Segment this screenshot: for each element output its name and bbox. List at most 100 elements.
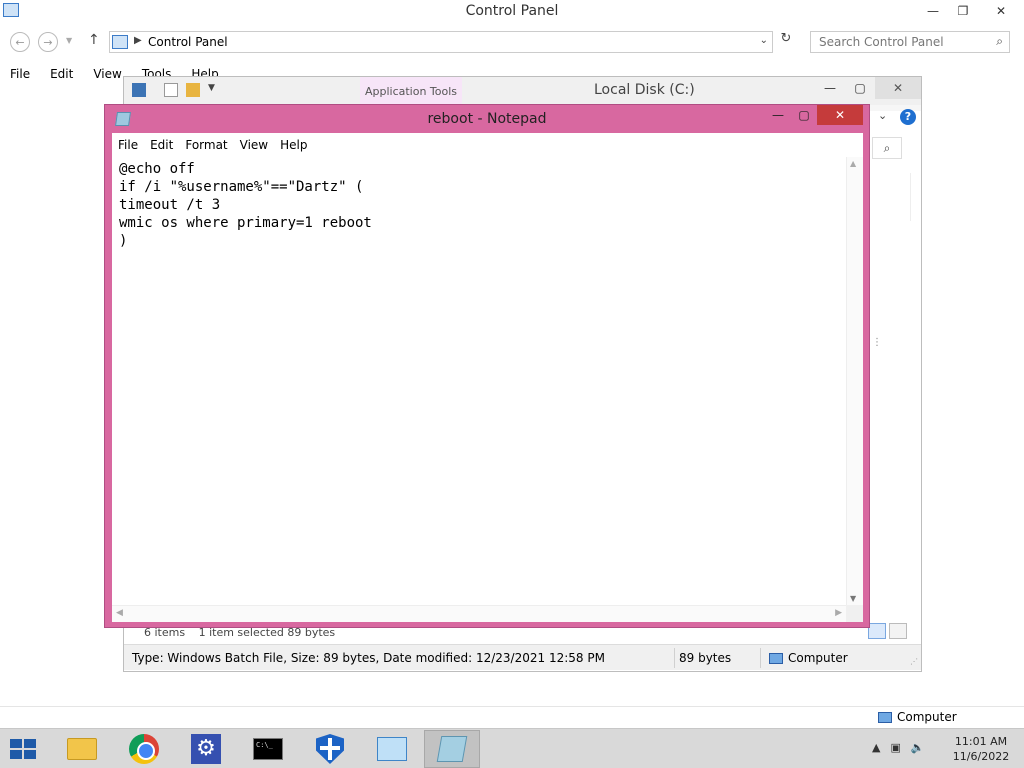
search-icon[interactable]: ⌕ <box>996 34 1003 49</box>
scroll-up-icon[interactable]: ▲ <box>850 159 856 168</box>
vertical-scrollbar[interactable]: ▲ ▼ <box>846 157 863 605</box>
control-panel-icon <box>112 35 128 49</box>
explorer-title: Local Disk (C:) <box>594 82 695 98</box>
status-divider <box>674 648 675 668</box>
taskbar-command-prompt[interactable]: C:\_ <box>240 730 296 768</box>
notepad-icon <box>436 736 468 762</box>
windows-logo-icon <box>24 750 36 759</box>
control-panel-window-buttons: — ❐ ✕ <box>918 0 1024 22</box>
clock-date: 11/6/2022 <box>952 750 1010 763</box>
command-prompt-icon: C:\_ <box>253 738 283 760</box>
tab-application-tools[interactable]: Application Tools <box>360 77 462 105</box>
status-location: Computer <box>788 651 848 665</box>
horizontal-scrollbar[interactable]: ◀ ▶ <box>112 605 846 622</box>
shield-icon <box>316 734 344 764</box>
taskbar-security[interactable] <box>302 730 358 768</box>
explorer-statusbar: Type: Windows Batch File, Size: 89 bytes… <box>124 644 921 670</box>
explorer-window-buttons: — ▢ ✕ <box>815 77 921 99</box>
notepad-titlebar[interactable]: reboot - Notepad — ▢ ✕ <box>105 105 869 133</box>
minimize-button[interactable]: — <box>918 0 948 22</box>
up-arrow-icon[interactable]: ↑ <box>88 32 100 48</box>
control-panel-statusbar: Computer <box>0 706 1024 728</box>
menu-file[interactable]: File <box>112 133 144 157</box>
search-icon[interactable]: ⌕ <box>872 137 902 159</box>
control-panel-titlebar: Control Panel — ❐ ✕ <box>0 0 1024 24</box>
maximize-button[interactable]: ❐ <box>948 0 978 22</box>
scroll-right-icon[interactable]: ▶ <box>835 608 842 618</box>
maximize-button[interactable]: ▢ <box>791 105 817 125</box>
explorer-titlebar: ▼ Application Tools Local Disk (C:) — ▢ … <box>124 77 921 105</box>
chevron-down-icon[interactable]: ⌄ <box>760 35 768 46</box>
taskbar-chrome[interactable] <box>116 730 172 768</box>
menu-file[interactable]: File <box>0 64 40 84</box>
breadcrumb-separator-icon[interactable]: ▶ <box>134 35 142 46</box>
minimize-button[interactable]: — <box>765 105 791 125</box>
menu-format[interactable]: Format <box>179 133 233 157</box>
file-size: 89 bytes <box>679 651 732 665</box>
refresh-icon[interactable]: ↻ <box>776 31 796 53</box>
recent-locations-chevron-icon[interactable]: ▼ <box>66 36 72 45</box>
back-arrow-icon[interactable]: ← <box>10 32 30 52</box>
pane-splitter[interactable]: ⋮ <box>872 337 882 348</box>
properties-icon[interactable] <box>132 83 146 97</box>
notepad-window: reboot - Notepad — ▢ ✕ File Edit Format … <box>104 104 870 628</box>
chevron-down-icon[interactable]: ▼ <box>208 83 215 93</box>
status-location: Computer <box>897 710 957 724</box>
editor-content[interactable]: @echo off if /i "%username%"=="Dartz" ( … <box>119 160 372 250</box>
preview-pane <box>881 173 911 221</box>
large-icons-view-icon[interactable] <box>889 623 907 639</box>
clock-time: 11:01 AM <box>954 735 1008 748</box>
scroll-down-icon[interactable]: ▼ <box>850 594 856 603</box>
scroll-left-icon[interactable]: ◀ <box>116 608 123 618</box>
windows-logo-icon <box>24 739 36 748</box>
address-bar-row: ← → ▼ ↑ ▶ Control Panel ⌄ ↻ Search Contr… <box>0 28 1024 56</box>
taskbar-control-panel[interactable] <box>364 730 420 768</box>
details-view-icon[interactable] <box>868 623 886 639</box>
windows-logo-icon <box>10 750 22 759</box>
status-divider <box>760 648 761 668</box>
chrome-icon <box>129 734 159 764</box>
menu-view[interactable]: View <box>234 133 274 157</box>
start-button[interactable] <box>10 739 38 761</box>
notepad-title: reboot - Notepad <box>427 111 547 127</box>
close-button[interactable]: ✕ <box>875 77 921 99</box>
control-panel-title: Control Panel <box>465 3 559 19</box>
taskbar: ⚙ C:\_ ▲ ▣ 🔈 11:01 AM 11/6/2022 <box>0 728 1024 768</box>
network-icon[interactable]: ▣ <box>890 741 900 754</box>
show-hidden-icons-chevron-icon[interactable]: ▲ <box>872 741 880 754</box>
text-editor-area[interactable]: @echo off if /i "%username%"=="Dartz" ( … <box>112 157 863 622</box>
maximize-button[interactable]: ▢ <box>845 77 875 99</box>
new-folder-icon[interactable] <box>186 83 200 97</box>
volume-icon[interactable]: 🔈 <box>911 741 925 754</box>
menu-edit[interactable]: Edit <box>144 133 179 157</box>
new-file-icon[interactable] <box>164 83 178 97</box>
resize-grip-icon[interactable]: ⋰ <box>910 657 918 666</box>
taskbar-notepad[interactable] <box>424 730 480 768</box>
menu-help[interactable]: Help <box>274 133 313 157</box>
close-button[interactable]: ✕ <box>978 0 1024 22</box>
forward-arrow-icon[interactable]: → <box>38 32 58 52</box>
taskbar-file-explorer[interactable] <box>54 730 110 768</box>
taskbar-settings[interactable]: ⚙ <box>178 730 234 768</box>
notepad-window-buttons: — ▢ ✕ <box>765 105 863 125</box>
search-input[interactable]: Search Control Panel ⌕ <box>810 31 1010 53</box>
ribbon-collapse-chevron-icon[interactable]: ⌄ <box>878 109 887 122</box>
windows-logo-icon <box>10 739 22 748</box>
computer-icon <box>878 712 892 723</box>
close-button[interactable]: ✕ <box>817 105 863 125</box>
address-bar[interactable]: ▶ Control Panel ⌄ <box>109 31 773 53</box>
help-icon[interactable]: ? <box>900 109 916 125</box>
notepad-menubar: File Edit Format View Help <box>112 133 863 157</box>
search-placeholder: Search Control Panel <box>819 35 944 49</box>
view-switcher <box>868 623 907 639</box>
scrollbar-corner <box>846 605 863 622</box>
breadcrumb[interactable]: Control Panel <box>148 35 228 49</box>
computer-icon <box>769 653 783 664</box>
control-panel-icon <box>377 737 407 761</box>
clock[interactable]: 11:01 AM 11/6/2022 <box>946 734 1016 764</box>
minimize-button[interactable]: — <box>815 77 845 99</box>
gear-icon: ⚙ <box>191 734 221 764</box>
file-details: Type: Windows Batch File, Size: 89 bytes… <box>132 651 605 665</box>
system-tray: ▲ ▣ 🔈 <box>872 741 925 754</box>
menu-edit[interactable]: Edit <box>40 64 83 84</box>
